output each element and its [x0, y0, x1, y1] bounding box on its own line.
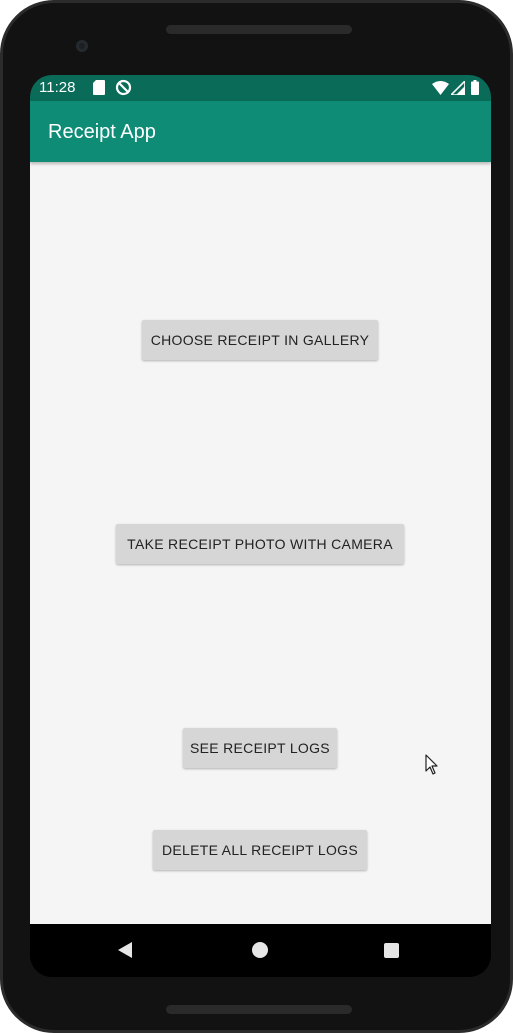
app-title: Receipt App [48, 121, 156, 143]
mouse-cursor-icon [425, 754, 439, 776]
main-content: CHOOSE RECEIPT IN GALLERY TAKE RECEIPT P… [30, 162, 491, 924]
delete-all-receipt-logs-button[interactable]: DELETE ALL RECEIPT LOGS [153, 830, 367, 870]
wifi-icon [432, 81, 449, 100]
see-receipt-logs-button[interactable]: SEE RECEIPT LOGS [183, 728, 337, 768]
front-camera [76, 40, 88, 52]
device-screen: 11:28 Receipt App CHOOSE RECEIPT IN GALL… [30, 75, 491, 977]
choose-receipt-gallery-button[interactable]: CHOOSE RECEIPT IN GALLERY [142, 320, 378, 360]
take-receipt-photo-button[interactable]: TAKE RECEIPT PHOTO WITH CAMERA [116, 524, 404, 564]
status-bar: 11:28 [30, 75, 491, 101]
sd-card-icon [93, 80, 105, 100]
battery-icon [471, 80, 479, 100]
bottom-speaker [166, 1005, 352, 1014]
no-sync-icon [115, 79, 132, 101]
home-icon[interactable] [252, 942, 268, 958]
phone-frame: 11:28 Receipt App CHOOSE RECEIPT IN GALL… [0, 0, 513, 1033]
earpiece-speaker [166, 25, 352, 34]
recents-icon[interactable] [384, 943, 399, 958]
back-icon[interactable] [118, 942, 132, 958]
cell-signal-icon [449, 79, 466, 100]
navigation-bar [30, 924, 491, 977]
status-time: 11:28 [39, 79, 76, 96]
app-toolbar: Receipt App [30, 101, 491, 162]
